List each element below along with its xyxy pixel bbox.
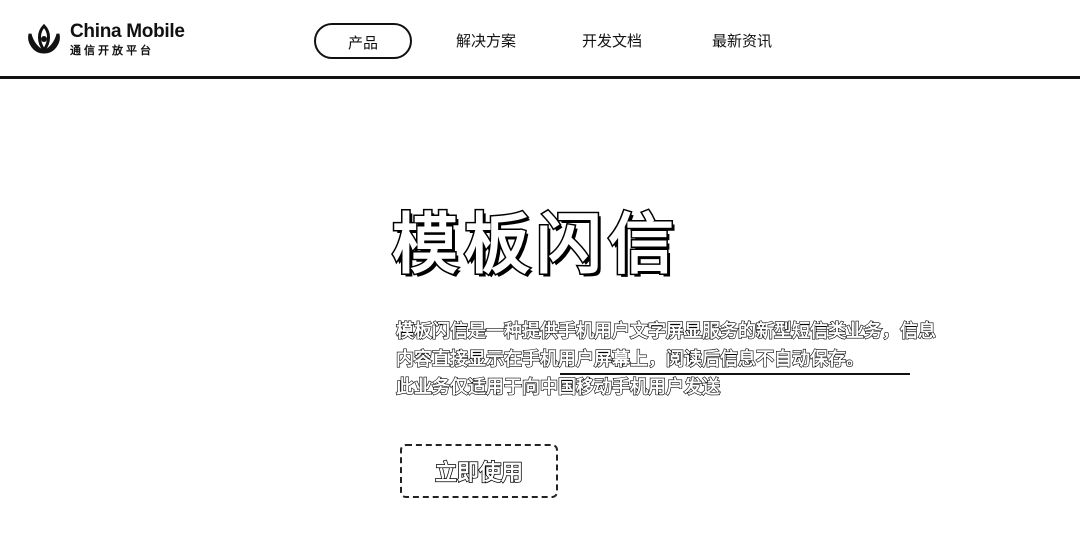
nav-item-solutions[interactable]: 解决方案 (456, 23, 516, 59)
logo-english-text: China Mobile (70, 21, 185, 42)
top-header: China Mobile 通信开放平台 产品 解决方案 开发文档 最新资讯 (0, 0, 1080, 79)
use-now-button[interactable]: 立即使用 (400, 444, 558, 498)
logo-chinese-text: 通信开放平台 (70, 44, 154, 57)
nav-item-dev-docs[interactable]: 开发文档 (582, 23, 642, 59)
main-nav: 产品 解决方案 开发文档 最新资讯 (314, 22, 772, 60)
hero-description-line: 此业务仅适用于向中国移动手机用户发送 (395, 376, 720, 398)
china-mobile-logo-icon (28, 23, 60, 54)
nav-item-products[interactable]: 产品 (314, 23, 412, 59)
hero-title: 模板闪信 (391, 206, 680, 283)
hero-description: 模板闪信是一种提供手机用户文字屏显服务的新型短信类业务，信息 内容直接显示在手机… (395, 318, 1016, 402)
use-now-button-label: 立即使用 (434, 460, 524, 487)
description-underline (560, 373, 910, 375)
hero-description-line: 内容直接显示在手机用户屏幕上，阅读后信息不自动保存。 (395, 348, 864, 370)
china-mobile-logo[interactable]: China Mobile 通信开放平台 (24, 18, 185, 60)
nav-item-news[interactable]: 最新资讯 (712, 23, 772, 59)
hero-description-line: 模板闪信是一种提供手机用户文字屏显服务的新型短信类业务，信息 (395, 320, 936, 342)
